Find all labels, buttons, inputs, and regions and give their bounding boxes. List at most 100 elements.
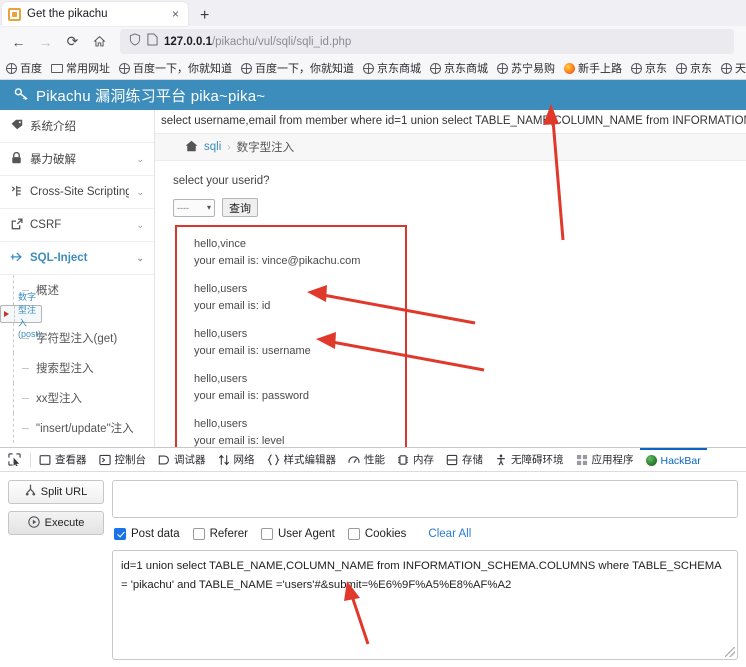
bookmark-label: 京东商城 [377,63,421,75]
devtools-panel: 查看器 控制台 调试器 网络 样式编辑器 性能 内存 存储 无障碍环境 应用程序… [0,447,746,660]
page-icon [147,32,158,51]
sidebar-subitem-string-get[interactable]: 字符型注入(get) [0,323,154,353]
bookmark-item[interactable]: 京东商城 [363,60,421,76]
tab-application[interactable]: 应用程序 [570,448,640,471]
hackbar-options: Post data Referer User Agent Cookies Cle… [112,525,738,543]
split-icon [25,484,36,500]
sidebar-item-label: SQL-Inject [30,252,88,264]
option-post-data[interactable]: Post data [114,528,180,540]
post-data-textarea[interactable]: id=1 union select TABLE_NAME,COLUMN_NAME… [112,550,738,660]
tab-style-editor[interactable]: 样式编辑器 [261,448,343,471]
option-label: User Agent [277,528,335,540]
checkbox-referer[interactable] [192,528,205,540]
globe-icon [631,62,642,74]
breadcrumb-root[interactable]: sqli [204,141,221,153]
chevron-down-icon: ⌄ [136,252,144,263]
globe-icon [363,62,374,74]
result-item: hello,users your email is: password [194,371,405,405]
url-path: /pikachu/vul/sqli/sqli_id.php [211,35,352,48]
sidebar-item-sql-inject[interactable]: SQL-Inject ⌄ [0,242,154,275]
execute-button[interactable]: Execute [8,511,104,535]
bookmark-item[interactable]: 京东 [676,60,712,76]
resize-grip-icon[interactable] [725,647,735,657]
key-icon [14,87,29,104]
tab-hackbar[interactable]: HackBar [639,448,707,471]
tab-label: 样式编辑器 [283,454,337,466]
sidebar-subitem-insert-update[interactable]: "insert/update"注入 [0,413,154,443]
userid-select[interactable]: ---- ▾ [173,198,215,217]
close-icon[interactable]: × [169,8,182,20]
sidebar-subitem-numeric-post[interactable]: 数字型注入(post) [0,292,42,339]
sidebar-subitem-xx[interactable]: xx型注入 [0,383,154,413]
new-tab-button[interactable]: + [200,8,209,24]
query-button[interactable]: 查询 [222,198,258,217]
bookmark-label: 京东商城 [444,63,488,75]
bookmark-label: 京东 [690,63,712,75]
reload-icon[interactable]: ⟳ [60,29,85,54]
checkbox-cookies[interactable] [347,528,360,540]
tab-debugger[interactable]: 调试器 [152,448,212,471]
option-user-agent[interactable]: User Agent [260,528,335,540]
needle-icon [10,251,23,266]
url-input[interactable] [112,480,738,518]
checkbox-user-agent[interactable] [260,528,273,540]
home-icon[interactable] [87,29,112,54]
tab-storage[interactable]: 存储 [440,448,489,471]
option-cookies[interactable]: Cookies [347,528,407,540]
bookmark-label: 百度一下，你就知道 [255,63,354,75]
browser-tab[interactable]: Get the pikachu × [2,2,188,26]
site-header: Pikachu 漏洞练习平台 pika~pika~ [0,80,746,110]
result-name: hello,vince [194,238,246,250]
tab-accessibility[interactable]: 无障碍环境 [489,448,570,471]
result-email: your email is: level [194,435,285,447]
bookmark-item[interactable]: 京东 [631,60,667,76]
bookmark-item[interactable]: 常用网址 [51,60,110,76]
sidebar-subitem-search[interactable]: 搜索型注入 [0,353,154,383]
result-item: hello,users your email is: id [194,281,405,315]
forward-icon[interactable]: → [33,29,58,54]
csrf-icon [10,217,23,233]
sidebar-item-intro[interactable]: 系统介绍 [0,110,154,143]
sidebar-item-bruteforce[interactable]: 暴力破解 ⌄ [0,143,154,176]
bookmark-item[interactable]: 百度一下，你就知道 [241,60,354,76]
sidebar-item-xss[interactable]: Cross-Site Scripting ⌄ [0,176,154,209]
network-icon [218,454,230,466]
sidebar-item-csrf[interactable]: CSRF ⌄ [0,209,154,242]
sidebar-item-label: Cross-Site Scripting [30,186,130,198]
tab-inspector[interactable]: 查看器 [33,448,93,471]
hackbar-icon [645,455,657,466]
split-url-button[interactable]: Split URL [8,480,104,504]
clear-all-button[interactable]: Clear All [428,528,471,540]
storage-icon [446,454,458,466]
tab-memory[interactable]: 内存 [391,448,440,471]
option-referer[interactable]: Referer [192,528,248,540]
result-item: hello,users your email is: username [194,326,405,360]
execute-label: Execute [44,517,85,529]
tab-network[interactable]: 网络 [212,448,261,471]
globe-icon [497,62,508,74]
performance-icon [348,454,360,466]
option-label: Cookies [364,528,407,540]
bookmark-item[interactable]: 新手上路 [564,60,622,76]
tab-label: 性能 [364,454,385,466]
tab-console[interactable]: 控制台 [93,448,153,471]
bookmark-item[interactable]: 百度一下，你就知道 [119,60,232,76]
result-name: hello,users [194,283,248,295]
bookmark-item[interactable]: 苏宁易购 [497,60,555,76]
url-bar[interactable]: 127.0.0.1/pikachu/vul/sqli/sqli_id.php [120,29,734,54]
tab-performance[interactable]: 性能 [342,448,391,471]
url-host: 127.0.0.1 [164,35,212,48]
result-name: hello,users [194,418,248,430]
inspector-picker-icon[interactable] [3,448,28,471]
bookmark-item[interactable]: 天 [721,60,746,76]
bookmark-item[interactable]: 百度 [6,60,42,76]
tab-label: 网络 [233,454,255,466]
tab-label: 应用程序 [591,454,634,466]
sidebar-subitem-label: xx型注入 [36,393,82,405]
home-icon[interactable] [185,140,198,155]
checkbox-post-data[interactable] [114,528,126,540]
bookmark-item[interactable]: 京东商城 [430,60,488,76]
back-icon[interactable]: ← [6,29,31,54]
option-label: Referer [209,528,248,540]
tab-label: 控制台 [114,454,147,466]
